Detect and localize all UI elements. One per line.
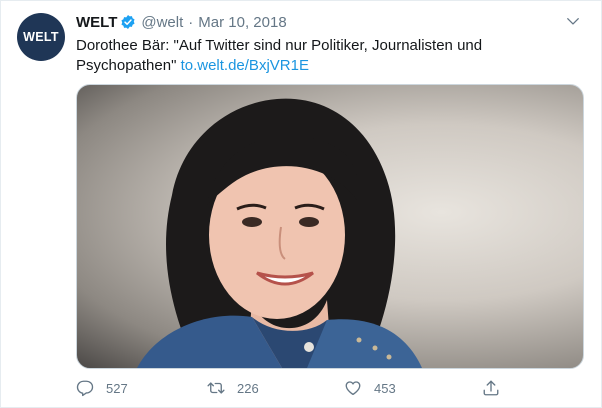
author-handle[interactable]: @welt <box>141 14 183 31</box>
tweet-card[interactable]: WELT WELT @welt · Mar 10, 2018 Dorothee … <box>0 0 602 408</box>
retweet-button[interactable]: 226 <box>207 376 259 400</box>
share-icon <box>482 379 500 397</box>
retweet-count: 226 <box>237 380 259 396</box>
heart-icon <box>344 379 362 397</box>
author-display-name[interactable]: WELT <box>76 14 117 31</box>
verified-badge-icon <box>120 14 136 30</box>
avatar[interactable]: WELT <box>17 13 65 61</box>
tweet-actions: 527 226 453 <box>76 376 516 400</box>
chevron-down-icon <box>567 18 579 25</box>
like-button[interactable]: 453 <box>344 376 396 400</box>
header-separator: · <box>188 13 194 31</box>
reply-icon <box>76 379 94 397</box>
like-count: 453 <box>374 380 396 396</box>
tweet-media-photo[interactable] <box>76 84 584 369</box>
tweet-header: WELT @welt · Mar 10, 2018 <box>76 12 287 32</box>
retweet-icon <box>207 379 225 397</box>
tweet-link[interactable]: to.welt.de/BxjVR1E <box>181 57 309 74</box>
portrait-photo <box>137 98 422 368</box>
reply-button[interactable]: 527 <box>76 376 128 400</box>
tweet-text: Dorothee Bär: "Auf Twitter sind nur Poli… <box>76 36 576 76</box>
avatar-logo-text: WELT <box>23 30 59 44</box>
reply-count: 527 <box>106 380 128 396</box>
tweet-menu-button[interactable] <box>563 11 583 31</box>
tweet-date[interactable]: Mar 10, 2018 <box>198 14 286 31</box>
share-button[interactable] <box>482 376 512 400</box>
